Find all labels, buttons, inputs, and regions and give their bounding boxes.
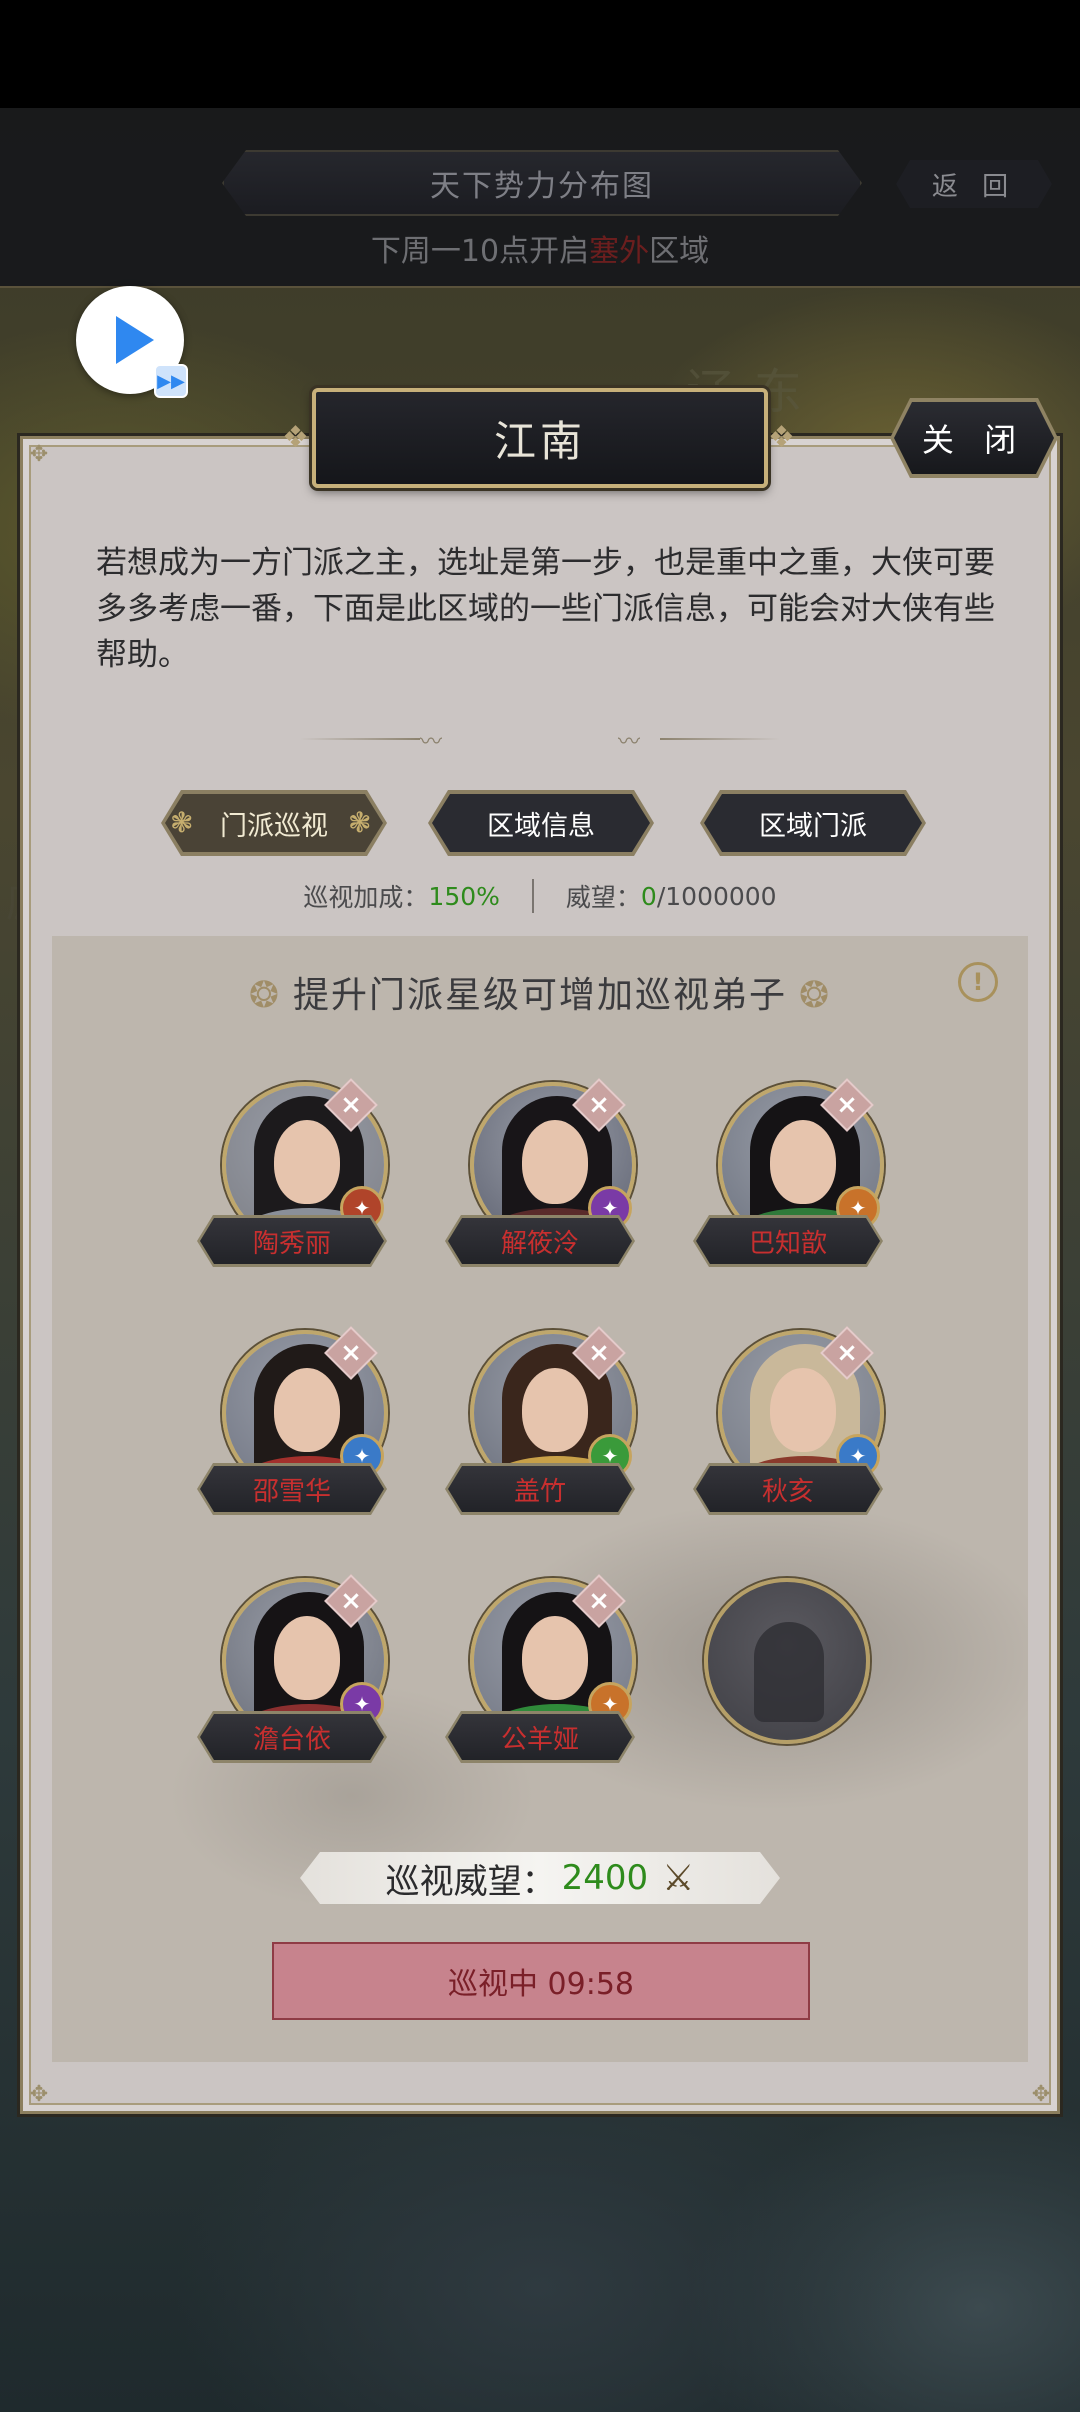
floating-video-button[interactable]: ▶▶ [76, 286, 188, 398]
disciple-card[interactable]: × ✦ 巴知歆 [693, 1078, 886, 1272]
close-icon: × [340, 1338, 362, 1368]
disciple-name: 盖竹 [448, 1466, 632, 1512]
crossed-swords-icon: ⚔ [662, 1857, 695, 1899]
heading-ornament-icon: ❂ [799, 975, 832, 1016]
play-icon [116, 316, 154, 364]
patrol-prestige: 巡视威望： 2400 ⚔ [300, 1852, 780, 1904]
notice-suffix: 区域 [649, 234, 710, 269]
close-icon: × [340, 1090, 362, 1120]
close-icon: × [836, 1338, 858, 1368]
open-notice: 下周一10点开启塞外区域 [0, 226, 1080, 270]
corner-ornament-icon: ✥ [1031, 2082, 1051, 2107]
disciple-card[interactable]: × ✦ 解筱泠 [445, 1078, 638, 1272]
patrol-heading: ❂ 提升门派星级可增加巡视弟子 ❂ [0, 966, 1080, 1018]
disciple-name: 巴知歆 [696, 1218, 880, 1264]
divider-ornament-icon: 〰 [420, 730, 443, 755]
disciple-name: 邵雪华 [200, 1466, 384, 1512]
title-ornament-icon: ❖ [768, 420, 795, 455]
disciple-name: 陶秀丽 [200, 1218, 384, 1264]
dialog-title: 江南 [312, 388, 768, 488]
tab-ornament-icon: ❃ [170, 806, 194, 839]
silhouette-icon [754, 1622, 824, 1722]
info-icon[interactable]: ! [958, 962, 998, 1002]
disciple-name: 公羊娅 [448, 1714, 632, 1760]
disciple-card[interactable]: × ✦ 盖竹 [445, 1326, 638, 1520]
disciple-name: 解筱泠 [448, 1218, 632, 1264]
empty-disciple-slot[interactable] [704, 1578, 870, 1744]
back-button[interactable]: 返 回 [896, 160, 1052, 208]
intro-text: 若想成为一方门派之主，选址是第一步，也是重中之重，大侠可要多多考虑一番，下面是此… [96, 545, 995, 673]
divider [300, 738, 420, 740]
disciple-card[interactable]: × ✦ 公羊娅 [445, 1574, 638, 1768]
disciple-card[interactable]: × ✦ 秋亥 [693, 1326, 886, 1520]
prestige-label: 威望： [565, 883, 641, 912]
prestige-current: 0 [640, 881, 657, 911]
corner-ornament-icon: ✥ [29, 2082, 49, 2107]
disciple-card[interactable]: × ✦ 澹台依 [197, 1574, 390, 1768]
tab-region-info[interactable]: 区域信息 [432, 794, 650, 852]
bonus-value: 150% [428, 881, 500, 911]
prestige-max: /1000000 [656, 881, 777, 911]
notice-highlight: 塞外 [589, 234, 650, 269]
patrol-heading-text: 提升门派星级可增加巡视弟子 [292, 975, 787, 1016]
tab-ornament-icon: ❃ [348, 806, 372, 839]
close-icon: × [588, 1586, 610, 1616]
patrol-status-button[interactable]: 巡视中 09:58 [272, 1942, 810, 2020]
status-bar [0, 0, 1080, 108]
disciple-name: 秋亥 [696, 1466, 880, 1512]
stats-separator [531, 879, 534, 913]
close-icon: × [588, 1090, 610, 1120]
patrol-prestige-value: 2400 [561, 1858, 649, 1898]
corner-ornament-icon: ✥ [29, 442, 49, 467]
tab-region-sects[interactable]: 区域门派 [704, 794, 922, 852]
heading-ornament-icon: ❂ [248, 975, 281, 1016]
divider [660, 738, 780, 740]
disciple-card[interactable]: × ✦ 邵雪华 [197, 1326, 390, 1520]
disciple-name: 澹台依 [200, 1714, 384, 1760]
close-button[interactable]: 关 闭 [894, 402, 1054, 474]
disciple-card[interactable]: × ✦ 陶秀丽 [197, 1078, 390, 1272]
notice-prefix: 下周一10点开启 [370, 234, 590, 269]
bonus-label: 巡视加成： [303, 883, 429, 912]
patrol-stats: 巡视加成： 150% 威望： 0 /1000000 [0, 876, 1080, 916]
close-icon: × [340, 1586, 362, 1616]
close-icon: × [588, 1338, 610, 1368]
map-title: 天下势力分布图 [222, 150, 862, 216]
patrol-prestige-label: 巡视威望： [385, 1861, 556, 1902]
divider-ornament-icon: 〰 [618, 730, 641, 755]
fast-forward-icon: ▶▶ [154, 364, 188, 398]
title-ornament-icon: ❖ [282, 420, 309, 455]
close-icon: × [836, 1090, 858, 1120]
